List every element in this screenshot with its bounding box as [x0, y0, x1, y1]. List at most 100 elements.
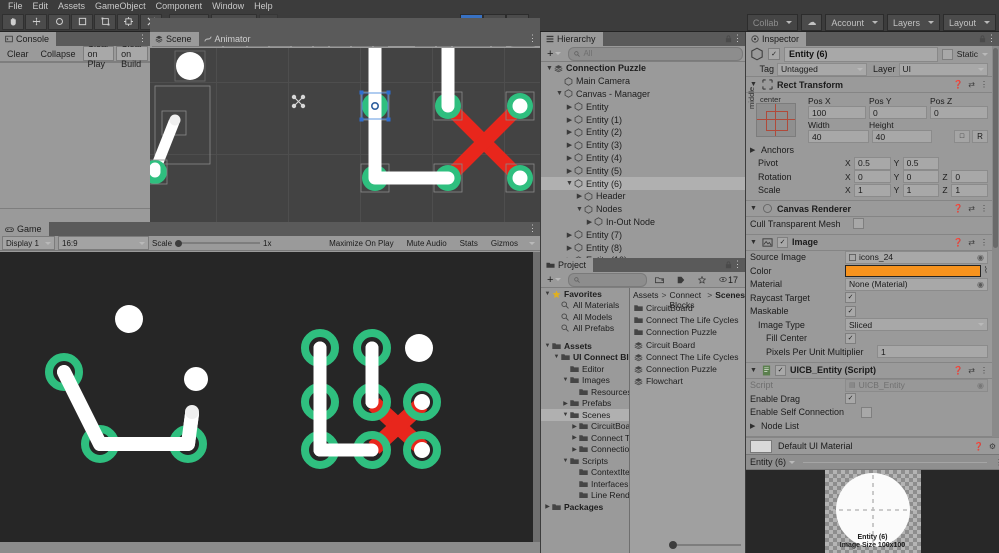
foldout-icon[interactable]: ▼ [750, 367, 758, 374]
help-icon[interactable]: ❓ [953, 238, 963, 247]
cloud-button[interactable]: ☁ [801, 14, 823, 31]
project-add-button[interactable]: + [543, 272, 566, 287]
image-type-dropdown[interactable]: Sliced [845, 318, 988, 332]
project-tree-item-all-prefabs[interactable]: All Prefabs [541, 323, 629, 335]
image-component-header[interactable]: ▼ ✓ Image ❓ ⇄ ⋮ [746, 233, 992, 251]
twirl-icon[interactable]: ▶ [565, 231, 574, 239]
twirl-icon[interactable]: ▼ [565, 180, 574, 187]
project-file-connect-the-life-cycles[interactable]: Connect The Life Cycles [630, 351, 745, 363]
move-tool-icon[interactable] [25, 13, 47, 30]
static-checkbox[interactable] [941, 48, 953, 60]
game-scrollbar[interactable] [533, 252, 540, 542]
twirl-icon[interactable]: ▶ [565, 128, 574, 136]
preview-menu-icon[interactable]: ⋮ [995, 458, 999, 467]
tab-game[interactable]: Game [0, 222, 49, 236]
canvas-renderer-header[interactable]: ▼ Canvas Renderer ❓ ⇄ ⋮ [746, 200, 992, 217]
collab-button[interactable]: Collab [746, 14, 799, 31]
game-aspect-dropdown[interactable]: 16:9 [58, 236, 149, 250]
project-file-connect-the-life-cycles[interactable]: Connect The Life Cycles [630, 314, 745, 326]
project-file-list[interactable]: Assets>UI Connect Blocks>Scenes CircuitB… [630, 288, 745, 553]
rect-tool-icon[interactable] [94, 13, 116, 30]
hierarchy-tree[interactable]: ▼ Connection Puzzle Main Camera ▼ Canvas - M… [541, 62, 745, 258]
project-file-connection-puzzle[interactable]: Connection Puzzle [630, 363, 745, 375]
twirl-icon[interactable]: ▼ [561, 377, 570, 383]
twirl-icon[interactable]: ▼ [561, 458, 570, 464]
scale-x-field[interactable]: 1 [854, 183, 891, 197]
hierarchy-item-connection-puzzle[interactable]: ▼ Connection Puzzle [541, 62, 745, 75]
project-search-input[interactable] [568, 272, 647, 287]
project-tree-item-scripts[interactable]: ▼ Scripts [541, 455, 629, 467]
component-menu-icon[interactable]: ⋮ [980, 238, 988, 247]
console-collapse-button[interactable]: Collapse [35, 46, 81, 61]
material-field[interactable]: None (Material) ◉ [845, 277, 988, 291]
menu-item-gameobject[interactable]: GameObject [91, 0, 152, 12]
object-picker-icon[interactable]: ◉ [977, 280, 984, 289]
hierarchy-item-header[interactable]: ▶ Header [541, 190, 745, 203]
object-name-field[interactable]: Entity (6) [784, 46, 938, 62]
project-tree-item-connection-puz[interactable]: ▶ Connection Puz [541, 444, 629, 456]
fill-center-checkbox[interactable]: ✓ [845, 332, 856, 344]
preset-icon[interactable]: ⇄ [968, 204, 975, 213]
console-clear-button[interactable]: Clear [2, 46, 34, 61]
hierarchy-item-main-camera[interactable]: Main Camera [541, 75, 745, 88]
twirl-icon[interactable]: ▶ [561, 400, 570, 407]
preset-icon[interactable]: ⇄ [968, 80, 975, 89]
project-tree[interactable]: ▼ Favorites All Materials All Models All Pre… [541, 288, 630, 553]
game-scale-slider[interactable]: Scale 1x [152, 239, 271, 248]
twirl-icon[interactable]: ▼ [561, 412, 570, 418]
enable-drag-checkbox[interactable]: ✓ [845, 393, 856, 405]
twirl-icon[interactable]: ▶ [543, 503, 552, 510]
hierarchy-item-entity-3[interactable]: ▶ Entity (3) [541, 139, 745, 152]
hierarchy-item-nodes[interactable]: ▼ Nodes [541, 203, 745, 216]
project-zoom-slider[interactable] [669, 540, 741, 550]
tag-dropdown[interactable]: Untagged [777, 62, 867, 76]
scale-tool-icon[interactable] [71, 13, 93, 30]
console-clear-on-build-button[interactable]: Clear on Build [116, 39, 148, 69]
tab-hierarchy[interactable]: Hierarchy [541, 32, 603, 46]
foldout-icon[interactable]: ▶ [750, 422, 758, 430]
scene-panel-menu-icon[interactable]: ⋮ [528, 34, 537, 43]
hierarchy-item-canvas-manager[interactable]: ▼ Canvas - Manager [541, 88, 745, 101]
tab-inspector[interactable]: Inspector [746, 32, 807, 46]
project-tree-item-all-materials[interactable]: All Materials [541, 300, 629, 312]
account-button[interactable]: Account [825, 14, 884, 31]
enable-self-checkbox[interactable] [861, 406, 872, 418]
project-tree-item-prefabs[interactable]: ▶ Prefabs [541, 398, 629, 410]
pivot-x-field[interactable]: 0.5 [854, 156, 891, 170]
script-component-header[interactable]: ▼ ✓ UICB_Entity (Script) ❓ ⇄ ⋮ [746, 361, 992, 379]
menu-item-component[interactable]: Component [152, 0, 209, 12]
help-icon[interactable]: ❓ [953, 80, 963, 89]
raycast-checkbox[interactable]: ✓ [845, 292, 856, 304]
project-tree-item-interfaces[interactable]: Interfaces [541, 478, 629, 490]
scale-y-field[interactable]: 1 [902, 183, 940, 197]
help-icon[interactable]: ❓ [974, 442, 984, 451]
help-icon[interactable]: ❓ [953, 366, 963, 375]
tab-project[interactable]: Project [541, 258, 594, 272]
console-log-area[interactable] [0, 62, 150, 224]
project-tree-item-scenes[interactable]: ▼ Scenes [541, 409, 629, 421]
hierarchy-panel-menu-icon[interactable]: ⋮ [733, 34, 742, 43]
foldout-icon[interactable]: ▼ [750, 205, 758, 212]
twirl-icon[interactable]: ▶ [565, 103, 574, 111]
menu-item-edit[interactable]: Edit [29, 0, 55, 12]
preset-icon[interactable]: ⇄ [968, 238, 975, 247]
inspector-lock-icon[interactable] [979, 35, 986, 45]
project-file-circuitboard[interactable]: CircuitBoard [630, 302, 745, 314]
project-tree-item-resources[interactable]: Resources [541, 386, 629, 398]
tab-animator[interactable]: Animator [198, 32, 258, 46]
node-list-row[interactable]: ▶ Node List [746, 419, 992, 433]
pos-z-field[interactable]: 0 [930, 106, 988, 119]
game-maximize-toggle[interactable]: Maximize On Play [324, 236, 399, 250]
project-tree-item-contextitems[interactable]: ContextItems [541, 467, 629, 479]
project-tree-item-line-renderer[interactable]: Line Renderer [541, 490, 629, 502]
inspector-scrollbar-thumb[interactable] [993, 48, 998, 248]
twirl-icon[interactable]: ▶ [585, 218, 594, 226]
inspector-panel-menu-icon[interactable]: ⋮ [987, 34, 996, 43]
preset-icon[interactable]: ⇄ [968, 366, 975, 375]
scale-z-field[interactable]: 1 [951, 183, 989, 197]
lock-icon[interactable] [725, 35, 732, 45]
eyedropper-icon[interactable]: ⌇ [984, 265, 988, 276]
rot-z-field[interactable]: 0 [951, 170, 989, 184]
menu-item-help[interactable]: Help [250, 0, 279, 12]
rotate-tool-icon[interactable] [48, 13, 70, 30]
